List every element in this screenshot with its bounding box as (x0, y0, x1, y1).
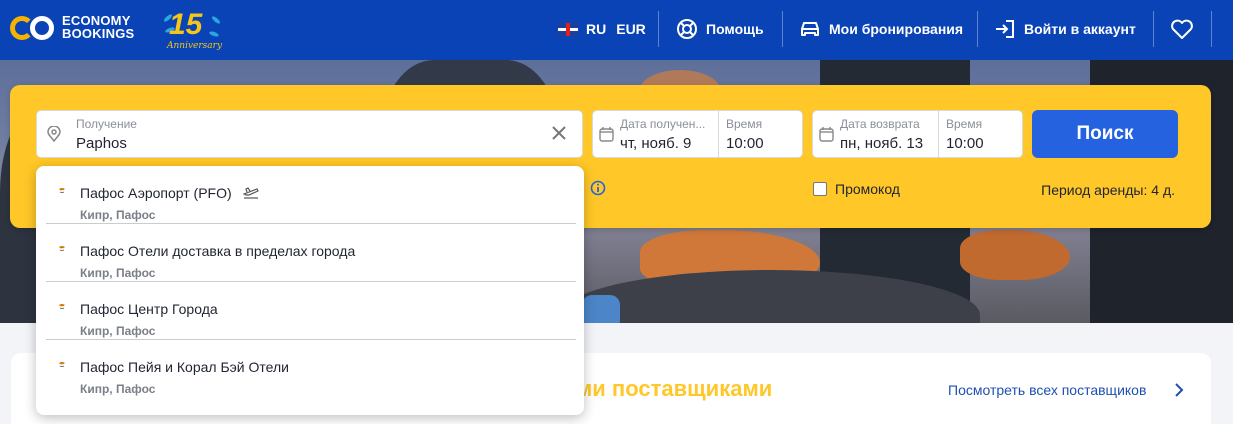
location-pin-icon (47, 126, 61, 142)
clear-icon[interactable] (550, 124, 568, 142)
cyprus-flag-icon (56, 302, 68, 310)
promo-checkbox[interactable] (813, 182, 827, 196)
anniversary-badge: 15 Anniversary (162, 8, 225, 54)
chevron-right-icon[interactable] (1174, 382, 1184, 398)
suggestion-name: Пафос Отели доставка в пределах города (80, 243, 356, 259)
pickup-datetime-field[interactable]: Дата получен... чт, нояб. 9 Время 10:00 (592, 110, 803, 158)
brand-logo[interactable]: ECONOMY BOOKINGS (10, 14, 134, 40)
view-all-providers-link[interactable]: Посмотреть всех поставщиков (948, 382, 1146, 398)
suggestion-item[interactable]: Пафос Аэропорт (PFO) Кипр, Пафос (36, 166, 584, 224)
providers-title: ми поставщиками (576, 376, 773, 401)
pickup-location-field[interactable]: Получение Paphos (36, 110, 583, 158)
suggestion-name: Пафос Центр Города (80, 301, 218, 317)
logo-text-line2: BOOKINGS (62, 26, 135, 41)
pickup-time-value[interactable]: 10:00 (726, 135, 764, 152)
suggestion-item[interactable]: Пафос Центр Города Кипр, Пафос (36, 282, 584, 340)
top-header: ECONOMY BOOKINGS 15 Anniversary RU EUR П… (0, 0, 1233, 60)
suggestion-item[interactable]: Пафос Пейя и Корал Бэй Отели Кипр, Пафос (36, 340, 584, 398)
suggestion-name: Пафос Пейя и Корал Бэй Отели (80, 359, 289, 375)
language-currency-selector[interactable]: RU EUR (558, 0, 646, 58)
pickup-date-label: Дата получен... (620, 117, 706, 131)
language-label: RU (586, 21, 607, 37)
info-icon[interactable] (590, 180, 606, 196)
suggestion-location: Кипр, Пафос (80, 266, 156, 280)
suggestion-location: Кипр, Пафос (80, 324, 156, 338)
promo-code-toggle[interactable]: Промокод (813, 181, 900, 197)
help-label: Помощь (706, 21, 764, 37)
location-suggestions-dropdown: Пафос Аэропорт (PFO) Кипр, Пафос Пафос О… (36, 166, 584, 415)
return-date-label: Дата возврата (840, 117, 920, 131)
calendar-icon (599, 127, 614, 142)
help-link[interactable]: Помощь (676, 0, 764, 58)
car-icon (801, 22, 819, 36)
logo-mark-icon (10, 14, 60, 40)
lifebuoy-icon (677, 19, 697, 39)
pickup-value[interactable]: Paphos (76, 135, 127, 152)
header-divider (1211, 11, 1212, 47)
promo-label: Промокод (835, 181, 900, 197)
my-bookings-link[interactable]: Мои бронирования (799, 0, 963, 58)
return-time-label: Время (946, 117, 983, 131)
login-label: Войти в аккаунт (1024, 21, 1136, 37)
return-datetime-field[interactable]: Дата возврата пн, нояб. 13 Время 10:00 (812, 110, 1023, 158)
pickup-time-label: Время (726, 117, 763, 131)
return-date-value[interactable]: пн, нояб. 13 (840, 135, 923, 152)
header-divider (977, 11, 978, 47)
pickup-label: Получение (76, 117, 137, 131)
cyprus-flag-icon (56, 186, 68, 194)
field-divider (718, 111, 719, 157)
login-link[interactable]: Войти в аккаунт (994, 0, 1136, 58)
uk-flag-icon (558, 22, 578, 36)
favorites-button[interactable] (1170, 0, 1194, 58)
field-divider (938, 111, 939, 157)
suggestion-location: Кипр, Пафос (80, 208, 156, 222)
calendar-icon (819, 127, 834, 142)
heart-icon (1171, 19, 1193, 39)
suggestion-item[interactable]: Пафос Отели доставка в пределах города К… (36, 224, 584, 282)
pickup-date-value[interactable]: чт, нояб. 9 (620, 135, 691, 152)
logo-text: ECONOMY BOOKINGS (62, 14, 134, 40)
login-icon (996, 20, 1014, 38)
anniversary-text: Anniversary (167, 41, 223, 51)
rental-period: Период аренды: 4 д. (1041, 182, 1175, 198)
cyprus-flag-icon (56, 360, 68, 368)
cyprus-flag-icon (56, 244, 68, 252)
plane-icon (243, 187, 259, 199)
header-divider (1153, 11, 1154, 47)
return-time-value[interactable]: 10:00 (946, 135, 984, 152)
suggestion-location: Кипр, Пафос (80, 382, 156, 396)
suggestion-name: Пафос Аэропорт (PFO) (80, 185, 232, 201)
currency-label: EUR (616, 21, 646, 37)
header-divider (658, 11, 659, 47)
search-button[interactable]: Поиск (1032, 110, 1178, 158)
anniversary-number: 15 (169, 8, 203, 41)
header-divider (782, 11, 783, 47)
bookings-label: Мои бронирования (829, 21, 964, 37)
